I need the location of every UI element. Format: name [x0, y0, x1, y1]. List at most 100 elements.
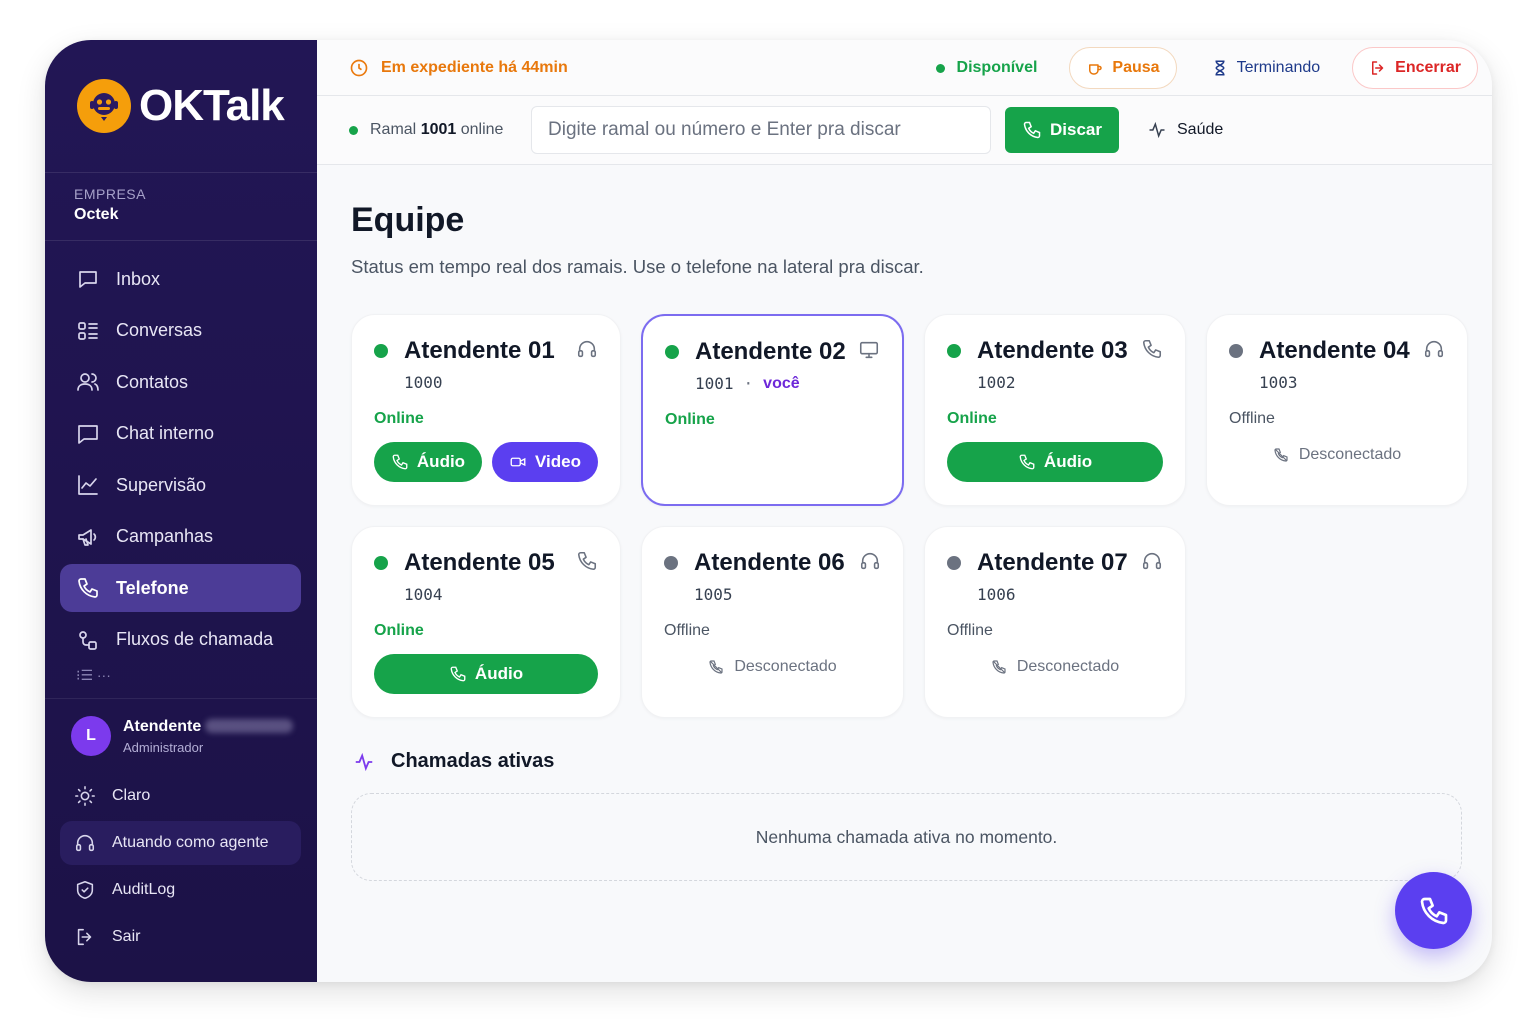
page-subtitle: Status em tempo real dos ramais. Use o t… [351, 256, 924, 277]
phone-icon [1420, 897, 1447, 924]
company-name: Octek [74, 206, 119, 223]
sidebar-item-supervisao[interactable]: Supervisão [60, 461, 301, 509]
active-calls-empty: Nenhuma chamada ativa no momento. [351, 793, 1462, 881]
disconnected-indicator: Desconectado [947, 658, 1163, 676]
sidebar-item-inbox[interactable]: Inbox [60, 255, 301, 303]
company-info: EMPRESA Octek [45, 173, 317, 241]
agent-name: Atendente 03 [977, 337, 1128, 364]
phone-call-icon [392, 454, 408, 470]
phone-icon [577, 551, 597, 570]
sidebar-item-label: Telefone [116, 577, 189, 598]
ramal-state: online [460, 121, 504, 138]
agent-extension: 1002 [977, 373, 1016, 392]
agent-status: Online [665, 411, 715, 428]
active-calls-heading: Chamadas ativas [351, 750, 1468, 773]
phone-icon [1142, 339, 1162, 358]
page-title: Equipe [351, 201, 465, 239]
disconnected-indicator: Desconectado [1229, 446, 1445, 464]
flow-icon [79, 630, 97, 650]
sidebar-item-chat-interno[interactable]: Chat interno [60, 410, 301, 458]
agent-card: Atendente 05 1004 Online Áudio [351, 526, 621, 718]
phone-icon [1023, 121, 1041, 139]
phone-call-icon [450, 666, 466, 682]
agent-card: Atendente 04 1003 Offline Desconectado [1206, 314, 1468, 506]
sidebar-item-conversas[interactable]: Conversas [60, 307, 301, 355]
brand-logo-icon [77, 79, 131, 133]
user-profile[interactable]: L Atendente Administrador [45, 715, 317, 757]
status-indicator[interactable]: Disponível [935, 59, 1038, 77]
sidebar-item-telefone[interactable]: Telefone [60, 564, 301, 612]
company-label: EMPRESA [74, 186, 146, 202]
video-call-button[interactable]: Video [491, 442, 598, 482]
agent-card-self: Atendente 02 1001 · você Online [641, 314, 904, 506]
audio-label: Áudio [416, 452, 466, 471]
top-actions: Disponível Pausa Terminando Encerrar [935, 46, 1478, 90]
user-name-text: Atendente [123, 717, 202, 735]
topbar: Em expediente há 44min Disponível Pausa … [317, 40, 1492, 96]
agent-extension-number: 1001 [695, 374, 734, 393]
end-shift-button[interactable]: Encerrar [1352, 47, 1478, 89]
conversations-icon [78, 321, 98, 340]
video-icon [510, 457, 526, 467]
sidebar-item-label: Inbox [116, 268, 161, 289]
logout-label: Sair [112, 928, 141, 945]
content: Equipe Status em tempo real dos ramais. … [317, 165, 1492, 881]
sidebar-scroll-overflow: ⁝☰ ··· [76, 667, 111, 681]
sidebar-item-contatos[interactable]: Contatos [60, 358, 301, 406]
shift-label: Em expediente há 44min [381, 58, 568, 76]
status-dot [935, 63, 945, 73]
chart-line-icon [78, 475, 98, 495]
softphone-fab[interactable] [1395, 872, 1472, 949]
disconnected-label: Desconectado [1298, 446, 1402, 463]
sidebar-item-label: Chat interno [116, 423, 215, 443]
headset-icon [75, 834, 95, 852]
dial-input[interactable] [531, 106, 991, 154]
auditlog-link[interactable]: AuditLog [60, 868, 301, 912]
auditlog-label: AuditLog [112, 881, 176, 898]
sidebar-item-label: Fluxos de chamada [116, 629, 274, 649]
theme-toggle[interactable]: Claro [60, 774, 301, 818]
dial-button-label: Discar [1050, 120, 1102, 139]
phone-icon [78, 578, 98, 598]
phone-call-icon [1019, 454, 1035, 470]
health-link[interactable]: Saúde [1147, 120, 1223, 140]
sidebar-item-fluxos[interactable]: Fluxos de chamada [60, 616, 301, 664]
status-dot [1229, 344, 1243, 358]
megaphone-icon [78, 528, 97, 546]
separator: · [743, 374, 754, 393]
pause-button[interactable]: Pausa [1069, 47, 1177, 89]
dial-button[interactable]: Discar [1005, 107, 1119, 153]
agent-name: Atendente 07 [977, 549, 1128, 576]
brand[interactable]: OKTalk [45, 40, 317, 173]
sidebar-item-campanhas[interactable]: Campanhas [60, 513, 301, 561]
disconnected-indicator: Desconectado [664, 658, 881, 676]
ramal-status: Ramal 1001 online [349, 121, 531, 139]
status-label: Disponível [956, 59, 1038, 76]
audio-call-button[interactable]: Áudio [947, 442, 1163, 482]
agent-extension: 1005 [694, 585, 733, 604]
phone-off-icon [1274, 448, 1288, 462]
agent-status: Offline [947, 622, 993, 639]
contacts-icon [77, 373, 99, 391]
video-label: Video [534, 452, 581, 471]
agent-status: Online [374, 622, 424, 639]
agent-mode-toggle[interactable]: Atuando como agente [60, 821, 301, 865]
audio-call-button[interactable]: Áudio [374, 442, 482, 482]
audio-label: Áudio [1043, 452, 1093, 471]
disconnected-label: Desconectado [1016, 658, 1120, 675]
user-name: Atendente [123, 717, 294, 736]
headset-icon [1424, 340, 1444, 357]
sidebar-nav: Inbox Conversas Contatos Chat interno Su… [45, 241, 317, 681]
theme-label: Claro [112, 787, 151, 804]
main-area: Em expediente há 44min Disponível Pausa … [317, 40, 1492, 982]
shield-check-icon [76, 880, 94, 900]
audio-call-button[interactable]: Áudio [374, 654, 598, 694]
ramal-number: 1001 [420, 121, 457, 138]
agent-card: Atendente 07 1006 Offline Desconectado [924, 526, 1186, 718]
brand-name: OKTalk [139, 81, 285, 130]
agent-extension: 1000 [404, 373, 443, 392]
finishing-button[interactable]: Terminando [1211, 59, 1320, 77]
dial-bar: Ramal 1001 online Discar Saúde [317, 96, 1492, 165]
logout-button[interactable]: Sair [60, 915, 301, 959]
inbox-icon [79, 271, 97, 288]
